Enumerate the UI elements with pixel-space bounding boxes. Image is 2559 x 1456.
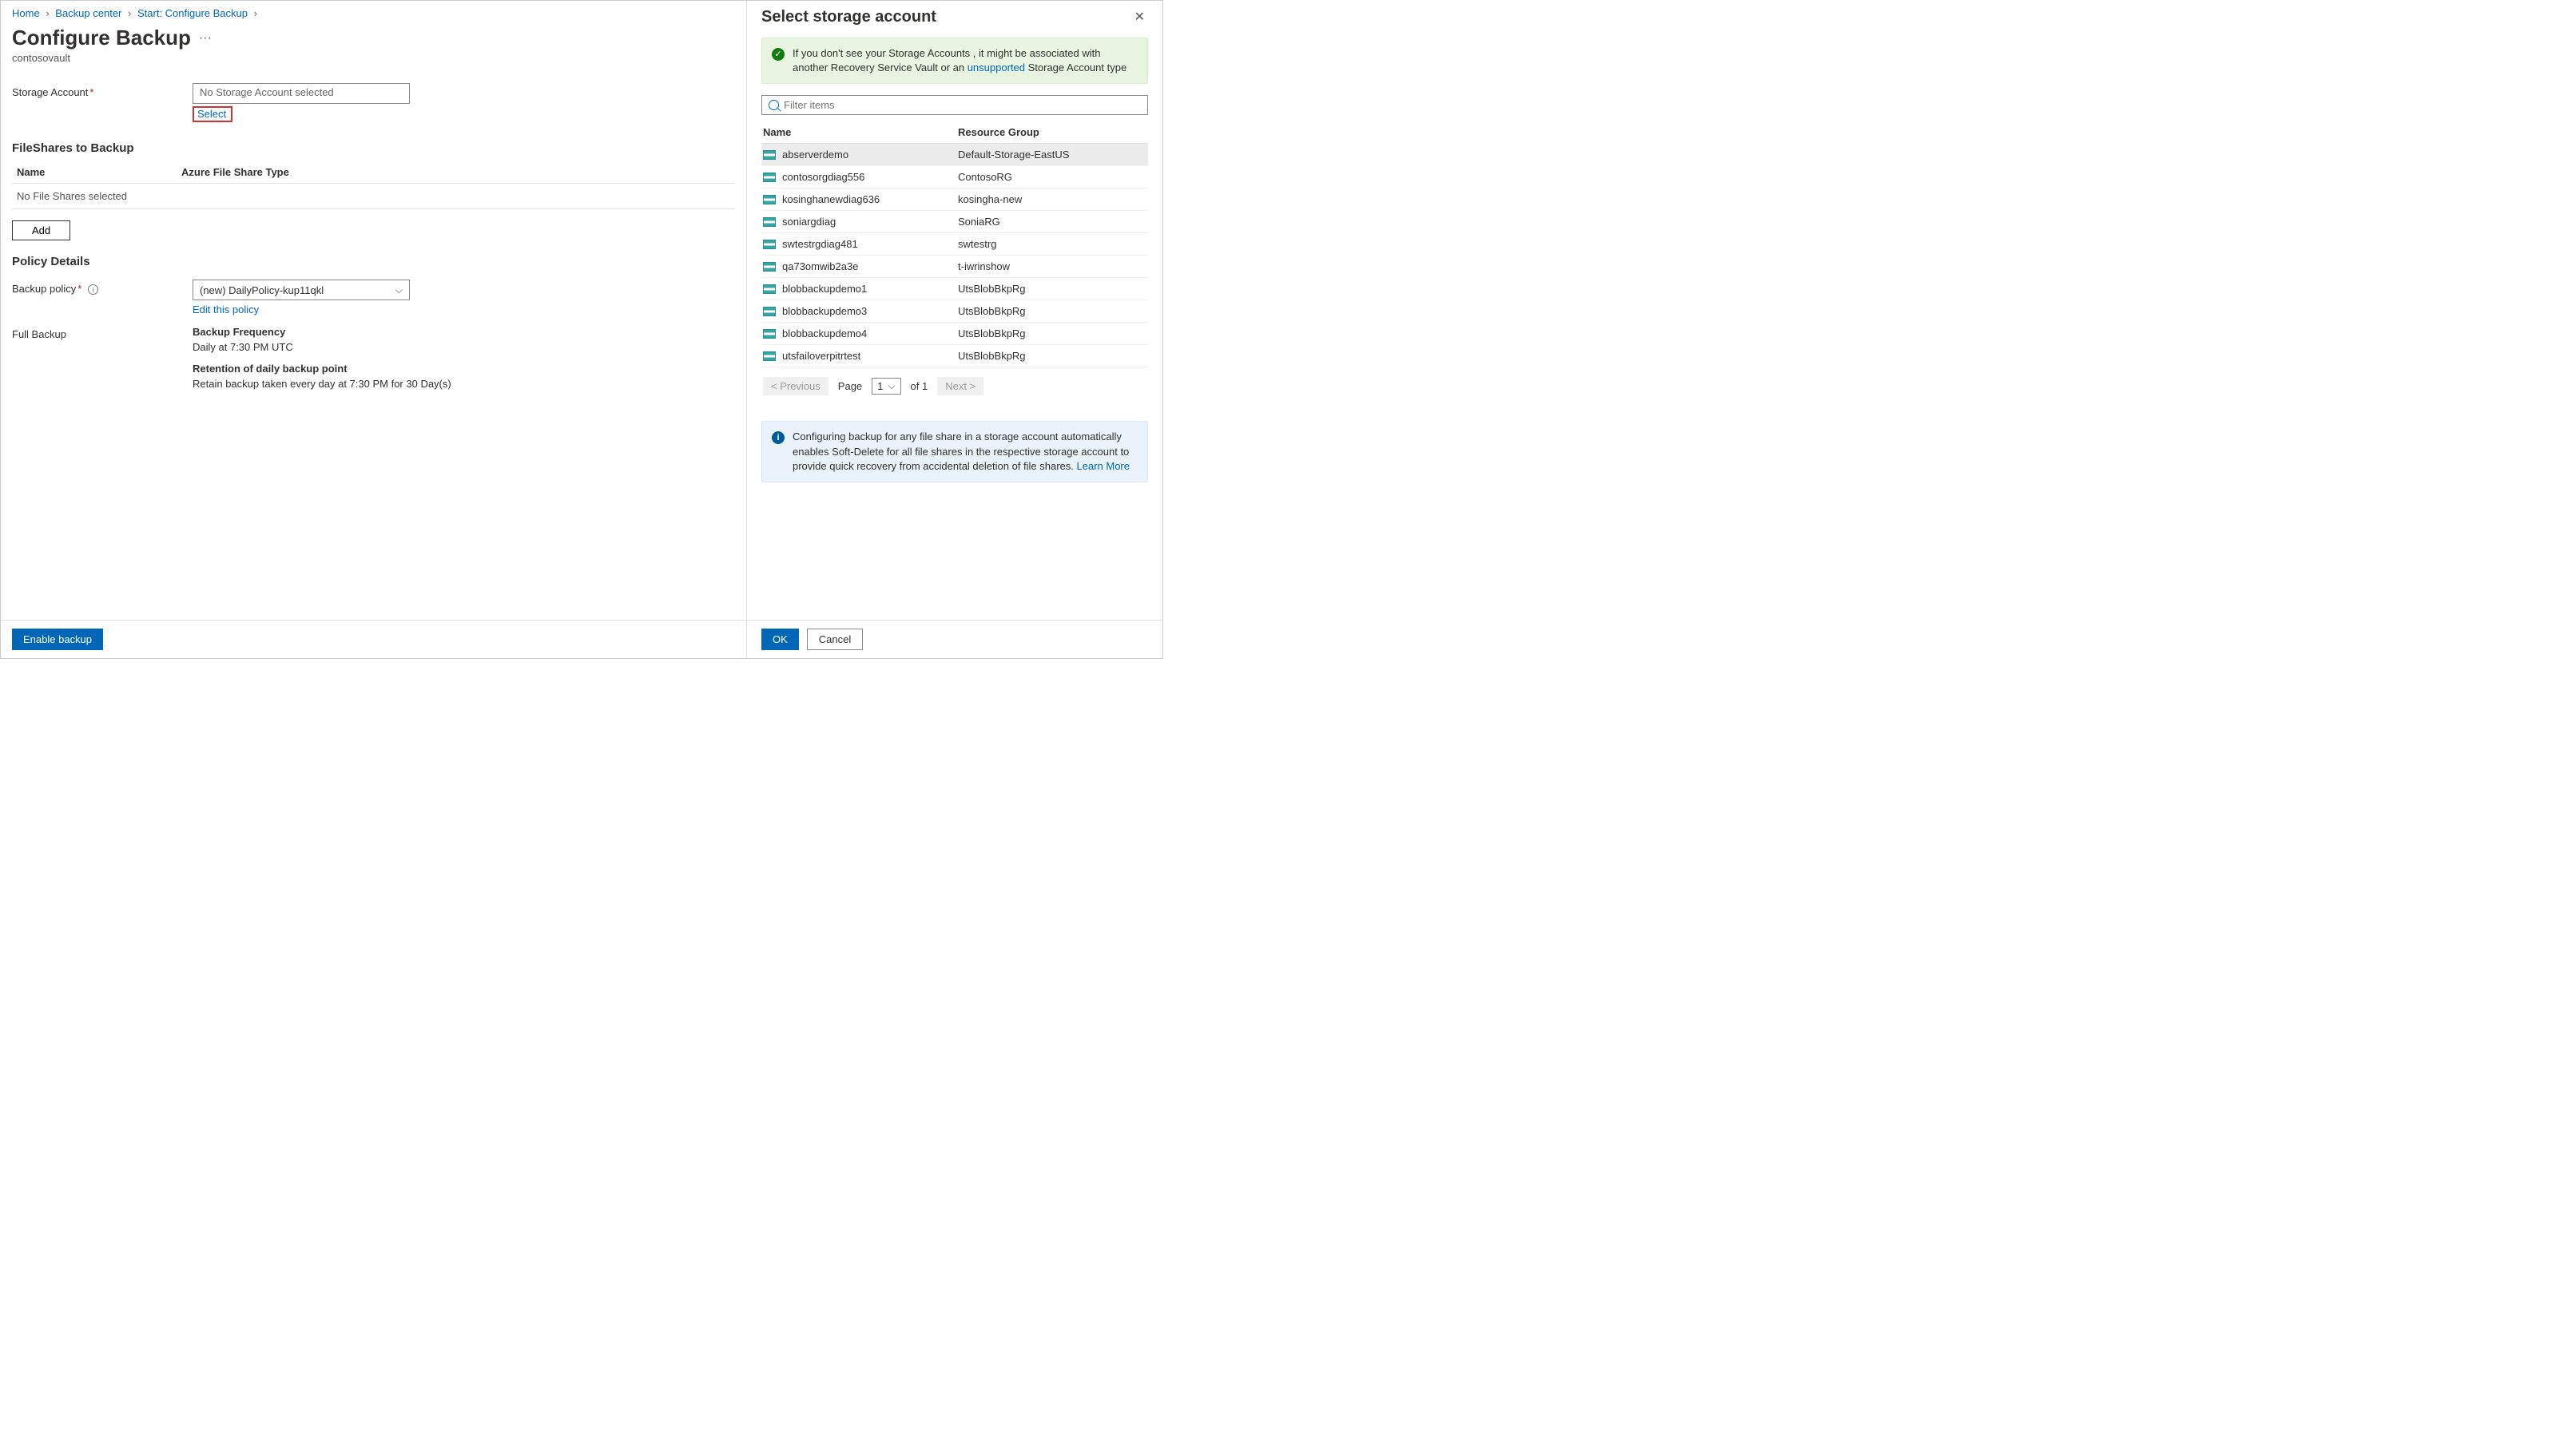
retention-text: Retain backup taken every day at 7:30 PM… <box>193 377 735 392</box>
panel-title: Select storage account <box>761 8 936 26</box>
sa-row-name: contosorgdiag556 <box>782 171 864 183</box>
storage-account-icon <box>763 329 776 339</box>
search-icon <box>769 100 779 110</box>
add-fileshare-button[interactable]: Add <box>12 220 70 240</box>
info-banner-blue: i Configuring backup for any file share … <box>761 421 1148 482</box>
page-label: Page <box>838 380 862 392</box>
previous-page-button[interactable]: < Previous <box>763 377 828 395</box>
storage-account-input[interactable]: No Storage Account selected <box>193 83 410 104</box>
retention-title: Retention of daily backup point <box>193 362 735 377</box>
storage-account-icon <box>763 262 776 272</box>
policy-details-heading: Policy Details <box>12 240 735 275</box>
sa-row-name: blobbackupdemo3 <box>782 305 867 317</box>
sa-col-name: Name <box>763 126 958 138</box>
cancel-button[interactable]: Cancel <box>807 629 863 650</box>
enable-backup-button[interactable]: Enable backup <box>12 629 103 650</box>
sa-row-name: soniargdiag <box>782 216 836 228</box>
next-page-button[interactable]: Next > <box>937 377 983 395</box>
breadcrumb-backup-center[interactable]: Backup center <box>55 7 121 19</box>
fileshares-col-type: Azure File Share Type <box>181 166 730 178</box>
check-icon: ✓ <box>772 48 785 61</box>
storage-account-label: Storage Account* <box>12 83 193 98</box>
sa-row[interactable]: utsfailoverpitrtest UtsBlobBkpRg <box>761 345 1148 367</box>
chevron-down-icon: ⌵ <box>395 284 403 296</box>
learn-more-link[interactable]: Learn More <box>1077 460 1130 472</box>
sa-row-name: qa73omwib2a3e <box>782 260 858 272</box>
backup-policy-dropdown[interactable]: (new) DailyPolicy-kup11qkl ⌵ <box>193 280 410 300</box>
sa-row-rg: SoniaRG <box>958 216 1146 228</box>
sa-row-rg: Default-Storage-EastUS <box>958 149 1146 161</box>
storage-account-icon <box>763 240 776 249</box>
fileshares-col-name: Name <box>17 166 181 178</box>
sa-row-name: swtestrgdiag481 <box>782 238 858 250</box>
storage-account-icon <box>763 195 776 204</box>
page-of: of 1 <box>911 380 928 392</box>
edit-policy-link[interactable]: Edit this policy <box>193 303 259 315</box>
storage-account-icon <box>763 217 776 227</box>
chevron-right-icon: › <box>128 7 131 19</box>
sa-row[interactable]: blobbackupdemo3 UtsBlobBkpRg <box>761 300 1148 323</box>
storage-account-icon <box>763 351 776 361</box>
sa-row-rg: UtsBlobBkpRg <box>958 327 1146 339</box>
fileshares-empty-row: No File Shares selected <box>12 184 735 209</box>
sa-row-name: blobbackupdemo1 <box>782 283 867 295</box>
storage-account-icon <box>763 284 776 294</box>
backup-frequency-text: Daily at 7:30 PM UTC <box>193 340 735 355</box>
sa-row[interactable]: contosorgdiag556 ContosoRG <box>761 166 1148 188</box>
filter-input[interactable] <box>784 99 1141 111</box>
sa-row-name: blobbackupdemo4 <box>782 327 867 339</box>
chevron-right-icon: › <box>254 7 257 19</box>
backup-frequency-title: Backup Frequency <box>193 325 735 340</box>
info-icon: i <box>772 431 785 444</box>
backup-policy-label: Backup policy* i <box>12 280 193 295</box>
sa-row[interactable]: soniargdiag SoniaRG <box>761 211 1148 233</box>
breadcrumb: Home › Backup center › Start: Configure … <box>1 1 746 22</box>
chevron-right-icon: › <box>46 7 49 19</box>
sa-row-rg: UtsBlobBkpRg <box>958 283 1146 295</box>
page-subtitle: contosovault <box>1 50 746 78</box>
sa-row-name: abserverdemo <box>782 149 848 161</box>
sa-row[interactable]: swtestrgdiag481 swtestrg <box>761 233 1148 256</box>
sa-row[interactable]: blobbackupdemo4 UtsBlobBkpRg <box>761 323 1148 345</box>
chevron-down-icon: ⌵ <box>888 380 895 392</box>
select-storage-account-link[interactable]: Select <box>193 106 232 122</box>
sa-row-rg: swtestrg <box>958 238 1146 250</box>
breadcrumb-configure-backup[interactable]: Start: Configure Backup <box>137 7 248 19</box>
close-icon[interactable]: ✕ <box>1131 7 1148 26</box>
sa-row-name: kosinghanewdiag636 <box>782 193 880 205</box>
breadcrumb-home[interactable]: Home <box>12 7 40 19</box>
unsupported-link[interactable]: unsupported <box>968 61 1025 73</box>
sa-row[interactable]: blobbackupdemo1 UtsBlobBkpRg <box>761 278 1148 300</box>
sa-row-rg: kosingha-new <box>958 193 1146 205</box>
sa-row-rg: t-iwrinshow <box>958 260 1146 272</box>
more-icon[interactable]: ··· <box>199 31 212 46</box>
sa-row-rg: UtsBlobBkpRg <box>958 350 1146 362</box>
filter-input-wrapper[interactable] <box>761 95 1148 115</box>
page-title: Configure Backup <box>12 26 191 50</box>
sa-row[interactable]: kosinghanewdiag636 kosingha-new <box>761 188 1148 211</box>
storage-account-icon <box>763 173 776 182</box>
fileshares-heading: FileShares to Backup <box>12 127 735 161</box>
info-icon[interactable]: i <box>88 284 98 295</box>
sa-row-rg: UtsBlobBkpRg <box>958 305 1146 317</box>
page-select[interactable]: 1 ⌵ <box>872 378 900 395</box>
info-banner-green: ✓ If you don't see your Storage Accounts… <box>761 38 1148 84</box>
sa-row[interactable]: qa73omwib2a3e t-iwrinshow <box>761 256 1148 278</box>
sa-row-rg: ContosoRG <box>958 171 1146 183</box>
sa-row-name: utsfailoverpitrtest <box>782 350 860 362</box>
sa-col-rg: Resource Group <box>958 126 1146 138</box>
storage-account-icon <box>763 307 776 316</box>
sa-row[interactable]: abserverdemo Default-Storage-EastUS <box>761 144 1148 166</box>
full-backup-label: Full Backup <box>12 325 193 340</box>
ok-button[interactable]: OK <box>761 629 799 650</box>
storage-account-icon <box>763 150 776 160</box>
